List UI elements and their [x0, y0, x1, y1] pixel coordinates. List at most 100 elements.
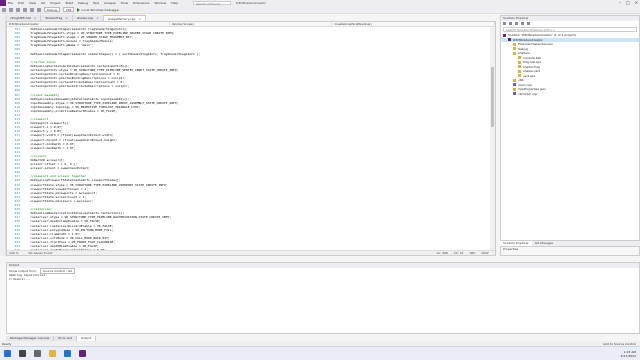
nav-scope-dropdown[interactable]: (Global Scope) — [170, 22, 333, 26]
tree-item[interactable]: vkmodel.cpp — [501, 92, 639, 97]
undo-icon[interactable] — [30, 7, 34, 12]
code-text[interactable]: fragShaderStageInfo.pName = "main"; — [23, 43, 93, 47]
nav-project-dropdown[interactable]: D3DShadersCreator — [7, 22, 170, 26]
sync-icon[interactable] — [515, 22, 518, 25]
close-tab-icon[interactable]: × — [96, 16, 99, 20]
close-tab-icon[interactable]: × — [65, 16, 68, 20]
line-indicator: Ln: 408 — [436, 251, 448, 255]
line-ending-indicator[interactable]: CRLF — [481, 251, 489, 255]
standard-toolbar: Debug x64 Local Windows Debugger — [0, 6, 640, 14]
scrollbar-thumb[interactable] — [491, 67, 494, 127]
properties-icon[interactable] — [527, 22, 530, 25]
start-debugging-label: Local Windows Debugger — [81, 7, 120, 12]
clock-date: 4/17/2022 — [620, 353, 636, 358]
code-text[interactable]: vertexInputInfo.pVertexAttributeDescript… — [23, 84, 129, 88]
file-icon — [513, 87, 516, 91]
folder-icon — [513, 51, 516, 55]
output-window: Output Show output from: Source Control … — [6, 262, 640, 334]
code-text[interactable]: scissor.extent = swapChainExtent; — [23, 166, 90, 170]
menu-item-file[interactable]: File — [8, 1, 13, 5]
redo-icon[interactable] — [37, 7, 41, 12]
menu-item-help[interactable]: Help — [171, 1, 178, 5]
folder-icon — [513, 47, 516, 51]
task-view-icon[interactable] — [34, 350, 41, 357]
zoom-level[interactable]: 100 % — [9, 251, 19, 255]
cpp-icon — [513, 83, 516, 87]
file-icon — [518, 56, 521, 60]
document-tab-label: vkLightPS.hlsl — [10, 16, 31, 20]
windows-taskbar: 1:23 AM 4/17/2022 — [0, 346, 640, 360]
folder-icon — [513, 42, 516, 46]
menu-item-debug[interactable]: Debug — [78, 1, 88, 5]
save-icon[interactable] — [16, 7, 20, 12]
solution-tree: Solution 'D3DShadersCreator' (1 of 1 pro… — [501, 33, 639, 96]
window-controls: – □ × — [619, 0, 638, 5]
properties-title: Properties — [503, 247, 519, 251]
output-line: C:\Users\... — [9, 277, 31, 281]
solution-icon — [503, 33, 506, 37]
show-output-label: Show output from: — [9, 268, 37, 273]
code-lines[interactable]: 391 VkPipelineShaderStageCreateInfo frag… — [7, 27, 490, 250]
issues-indicator[interactable]: No issues found — [29, 251, 53, 255]
edge-icon[interactable] — [64, 350, 71, 357]
menu-item-analyze[interactable]: Analyze — [104, 1, 116, 5]
solution-explorer: Solution Explorer Search Solution Explor… — [500, 15, 640, 241]
tree-item-label: vert.spv — [523, 73, 536, 78]
menu-item-extensions[interactable]: Extensions — [133, 1, 149, 5]
menu-bar: File Edit View Git Project Build Debug Test Anal… — [8, 1, 183, 5]
file-explorer-icon[interactable] — [49, 350, 56, 357]
cpp-icon — [513, 92, 516, 96]
status-ready: Ready — [2, 341, 12, 346]
code-text[interactable]: VkPipelineShaderStageCreateInfo shaderSt… — [23, 52, 200, 56]
document-tab-label: ShaderTrag — [45, 16, 63, 20]
code-text[interactable]: viewportState.pScissors = &scissor; — [23, 199, 93, 203]
menu-item-git[interactable]: Git — [41, 1, 45, 5]
collapse-all-icon[interactable] — [521, 22, 524, 25]
home-icon[interactable] — [503, 22, 506, 25]
play-icon — [77, 7, 81, 12]
menu-item-window[interactable]: Window — [154, 1, 166, 5]
code-text[interactable]: viewport.maxDepth = 1.0f; — [23, 146, 75, 150]
menu-item-test[interactable]: Test — [93, 1, 99, 5]
menu-item-build[interactable]: Build — [66, 1, 74, 5]
code-editor[interactable]: D3DShadersCreator (Global Scope) CreateG… — [6, 21, 496, 256]
search-icon[interactable] — [19, 350, 26, 357]
back-icon[interactable] — [2, 7, 6, 12]
file-icon — [518, 74, 521, 78]
close-tab-icon[interactable]: × — [34, 16, 37, 20]
output-text: Opening repositories: C:\Users\... — [7, 273, 639, 281]
tabs-indicator[interactable]: SPC — [470, 251, 476, 255]
properties-panel: Properties — [500, 246, 640, 256]
visual-studio-icon[interactable] — [79, 350, 86, 357]
editor-status-strip: 100 % No issues found Ln: 408 Ch: 41 SPC… — [7, 250, 495, 255]
save-all-icon[interactable] — [23, 7, 27, 12]
close-icon[interactable]: × — [635, 0, 638, 5]
menu-item-project[interactable]: Project — [50, 1, 60, 5]
visual-studio-window: File Edit View Git Project Build Debug Test Anal… — [0, 0, 640, 360]
code-text[interactable]: inputAssembly.primitiveRestartEnable = V… — [23, 109, 117, 113]
menu-item-edit[interactable]: Edit — [18, 1, 24, 5]
menu-item-view[interactable]: View — [29, 1, 36, 5]
solution-title: D3DShadersCreator — [236, 1, 267, 5]
configuration-dropdown[interactable]: Debug — [44, 7, 60, 12]
document-tab-label: shader.cpp — [76, 16, 94, 20]
forward-icon[interactable] — [9, 7, 13, 12]
add-to-source-control[interactable]: Add to Source Control — [603, 342, 640, 346]
solution-search-input[interactable]: Search Solution Explorer (Ctrl+;) — [503, 27, 637, 32]
platform-dropdown[interactable]: x64 — [62, 7, 75, 12]
start-debugging-button[interactable]: Local Windows Debugger — [77, 7, 120, 12]
menu-item-tools[interactable]: Tools — [121, 1, 128, 5]
search-box[interactable]: Search (Ctrl+Q) — [193, 1, 232, 6]
system-clock[interactable]: 1:23 AM 4/17/2022 — [621, 350, 640, 358]
nav-function-dropdown[interactable]: CreateGraphicsPipeline() — [332, 22, 496, 26]
file-icon — [518, 69, 521, 73]
windows-start-icon[interactable] — [4, 350, 11, 357]
file-icon — [518, 65, 521, 69]
tree-item-label: vkmodel.cpp — [518, 91, 538, 96]
switch-views-icon[interactable] — [509, 22, 512, 25]
maximize-icon[interactable]: □ — [626, 0, 630, 5]
folder-icon — [513, 78, 516, 82]
editor-vertical-scrollbar[interactable] — [490, 27, 495, 250]
minimize-icon[interactable]: – — [619, 0, 621, 5]
file-icon — [518, 60, 521, 64]
